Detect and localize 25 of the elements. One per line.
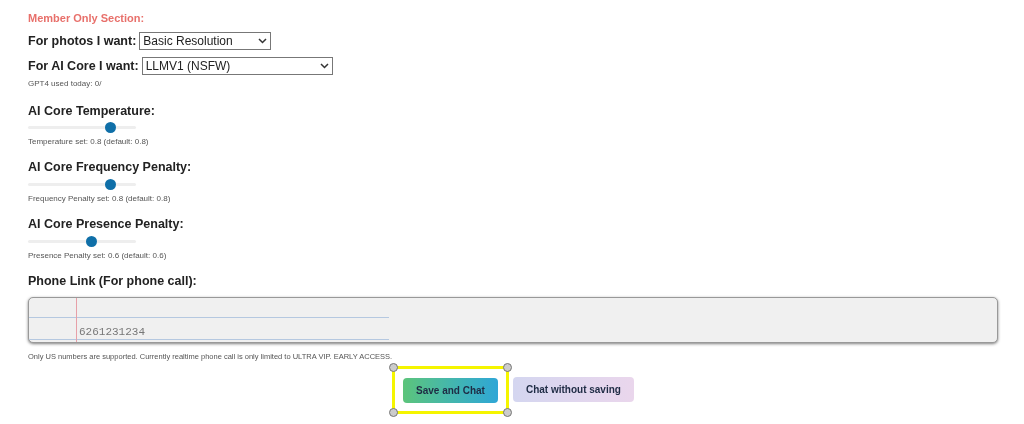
resize-handle[interactable] (502, 407, 512, 417)
phone-textarea[interactable]: 6261231234 (28, 296, 998, 343)
section-heading: Member Only Section: (28, 11, 146, 26)
dropdown[interactable]: LLMV1 (NSFW) (141, 57, 333, 76)
slider-label: AI Core Frequency Penalty: (28, 159, 193, 177)
chevron-icon (258, 38, 268, 45)
slider-thumb[interactable] (105, 122, 117, 134)
slider-reading: Presence Penalty set: 0.6 (default: 0.6) (28, 249, 168, 262)
chat-button[interactable]: Chat without saving (512, 377, 634, 403)
dropdown[interactable]: Basic Resolution (139, 32, 272, 51)
resize-handle[interactable] (389, 362, 398, 372)
resize-handle[interactable] (389, 407, 398, 417)
slider-thumb[interactable] (86, 235, 98, 247)
slider-reading: Temperature set: 0.8 (default: 0.8) (28, 136, 150, 149)
field-label: Phone Link (For phone call): (28, 272, 198, 290)
save-button[interactable]: Save and Chat (403, 377, 498, 403)
resize-handle[interactable] (502, 362, 512, 372)
chevron-icon (319, 63, 329, 70)
slider-label: AI Core Temperature: (28, 102, 156, 120)
slider-thumb[interactable] (105, 179, 117, 190)
slider-label: AI Core Presence Penalty: (28, 216, 185, 233)
select-label: For AI Core I want: (28, 57, 139, 75)
slider-reading: Frequency Penalty set: 0.8 (default: 0.8) (28, 193, 172, 205)
usage-note: GPT4 used today: 0/ (28, 77, 103, 90)
select-label: For photos I want: (28, 33, 137, 50)
